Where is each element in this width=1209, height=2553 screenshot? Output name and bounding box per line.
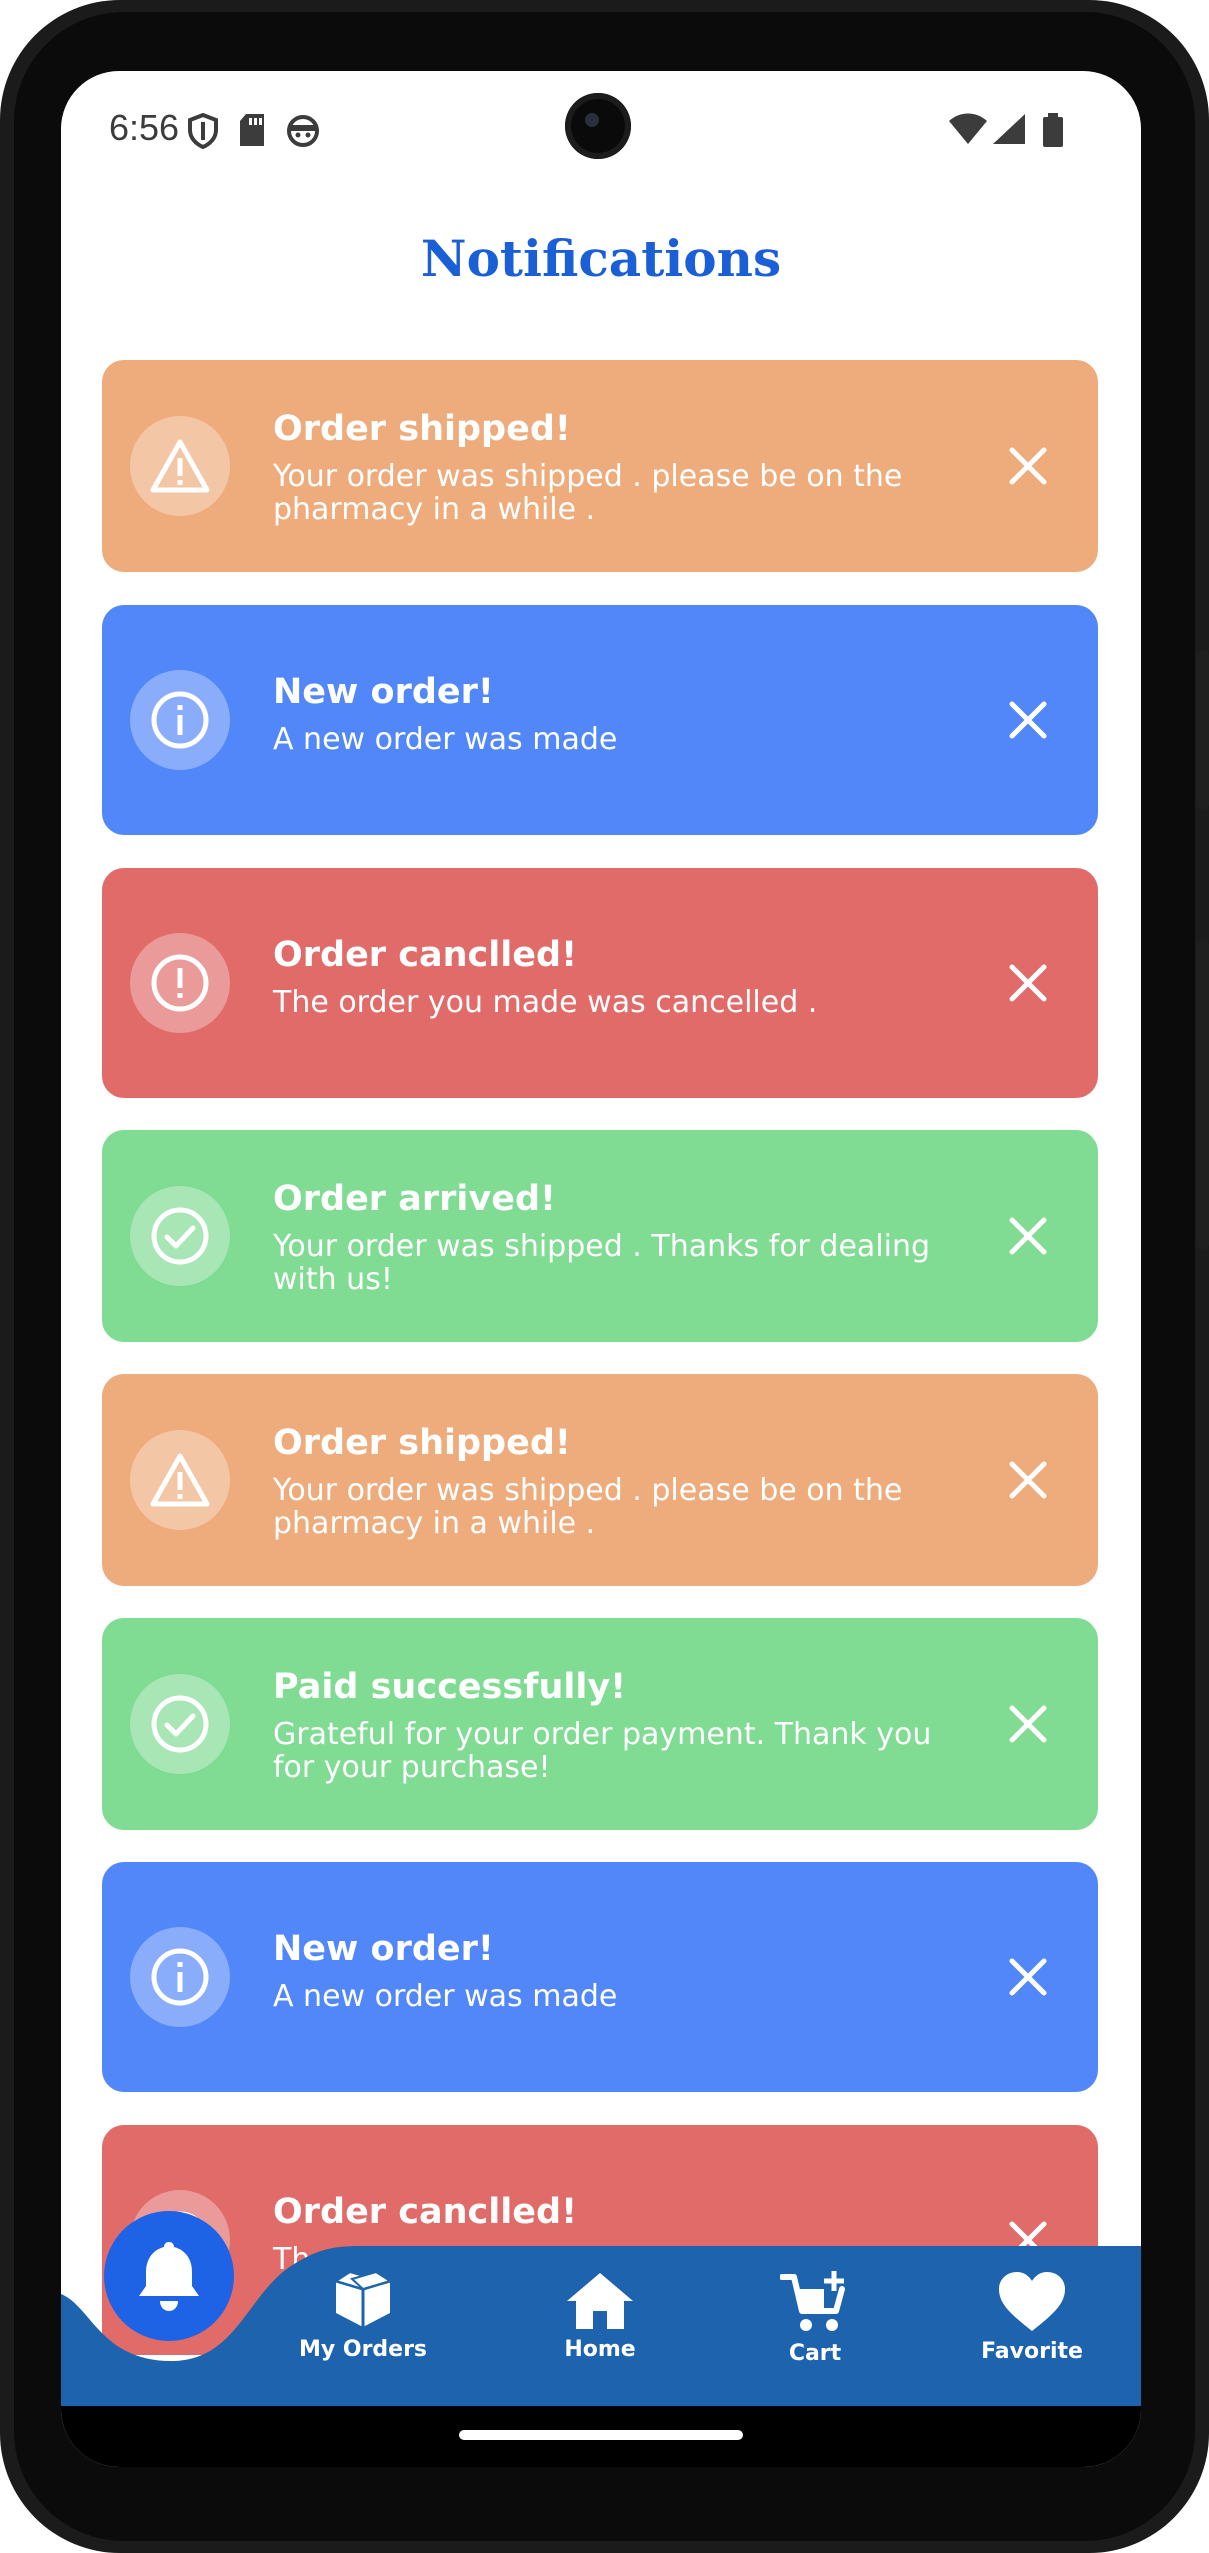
home-icon [567,2273,633,2329]
bell-icon [139,2242,199,2311]
nav-label: Cart [788,2341,842,2366]
info-circle-icon [130,1927,230,2027]
shield-icon [187,112,219,153]
status-time: 6:56 [109,107,180,148]
nav-item-home[interactable]: Home [520,2271,680,2391]
nav-label: My Orders [298,2337,428,2362]
notification-title: Order arrived! [273,1179,556,1219]
close-icon[interactable] [998,690,1058,750]
wifi-icon [948,113,988,149]
nav-item-favorite[interactable]: Favorite [952,2271,1112,2391]
page-title: Notifications [420,229,782,288]
status-bar: 6:56 [61,71,1141,191]
notification-title: Order shipped! [273,1423,571,1463]
check-circle-icon [130,1186,230,1286]
volume-button [1196,940,1209,1250]
close-icon[interactable] [998,1450,1058,1510]
heart-icon [999,2272,1065,2331]
notification-card[interactable]: Order canclled! The order you made was c… [102,868,1098,1098]
home-gesture-bar[interactable] [459,2430,743,2440]
notification-title: Order canclled! [273,935,578,975]
battery-icon [1042,113,1064,151]
nav-item-my-orders[interactable]: My Orders [283,2271,443,2391]
sd-card-icon [238,113,266,151]
notification-card[interactable]: Paid successfully! Grateful for your ord… [102,1618,1098,1830]
notification-title: Paid successfully! [273,1667,627,1707]
cart-add-icon [780,2271,845,2331]
check-circle-icon [130,1674,230,1774]
notification-card[interactable]: Order shipped! Your order was shipped . … [102,1374,1098,1586]
close-icon[interactable] [998,1694,1058,1754]
notification-message: Your order was shipped . please be on th… [273,1473,903,1541]
notification-card[interactable]: New order! A new order was made [102,605,1098,835]
notification-message: Your order was shipped . Thanks for deal… [273,1229,931,1297]
signal-icon [992,113,1026,149]
warning-triangle-icon [130,416,230,516]
close-icon[interactable] [998,436,1058,496]
notifications-nav-button[interactable] [104,2211,234,2341]
notification-message: A new order was made [273,1979,618,2014]
info-circle-icon [130,670,230,770]
notification-card[interactable]: Order shipped! Your order was shipped . … [102,360,1098,572]
notification-message: A new order was made [273,722,618,757]
notification-message: Your order was shipped . please be on th… [273,459,903,527]
notification-title: New order! [273,672,494,712]
error-circle-icon [130,933,230,1033]
close-icon[interactable] [998,1206,1058,1266]
front-camera [565,93,631,159]
app-screen: 6:56 Notifications Order shipped! Your o… [61,71,1141,2467]
nav-label: Favorite [981,2339,1083,2364]
power-button [1196,650,1209,810]
notification-card[interactable]: New order! A new order was made [102,1862,1098,2092]
box-icon [333,2271,393,2327]
close-icon[interactable] [998,1947,1058,2007]
warning-triangle-icon [130,1430,230,1530]
notification-title: Order shipped! [273,409,571,449]
notification-message: The order you made was cancelled . [273,985,818,1020]
close-icon[interactable] [998,953,1058,1013]
notification-card[interactable]: Order arrived! Your order was shipped . … [102,1130,1098,1342]
android-face-icon [285,113,321,151]
notification-title: New order! [273,1929,494,1969]
nav-label: Home [564,2337,636,2362]
notification-message: Grateful for your order payment. Thank y… [273,1717,932,1785]
notification-title: Order canclled! [273,2192,578,2232]
nav-item-cart[interactable]: Cart [735,2271,895,2391]
